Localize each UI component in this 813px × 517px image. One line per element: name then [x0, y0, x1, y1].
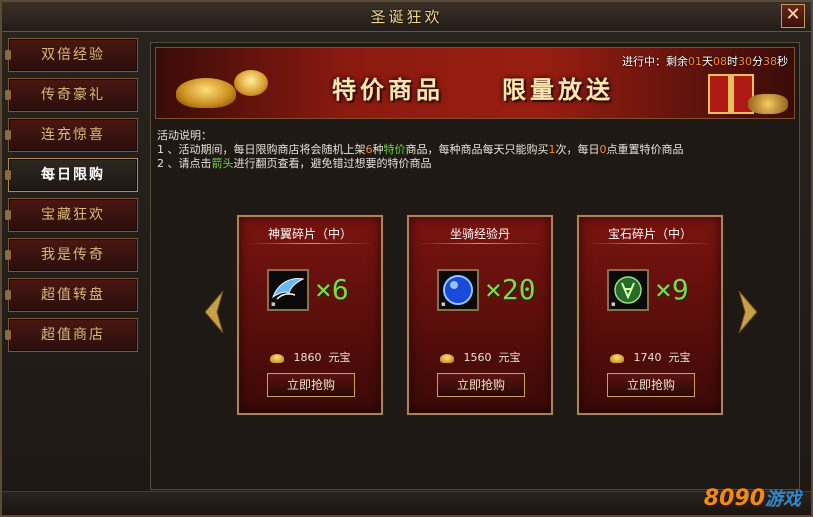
- product-card: 宝石碎片（中） ▪ ×9 1740 元宝 立即抢购: [577, 215, 723, 415]
- watermark-part1: 8090: [703, 486, 765, 511]
- sidebar-item-label: 每日限购: [41, 167, 105, 183]
- next-page-arrow-icon[interactable]: [737, 289, 759, 335]
- sidebar-item-label: 双倍经验: [41, 47, 105, 63]
- bound-lock-icon: ▪: [611, 300, 616, 308]
- window-title: 圣诞狂欢: [370, 8, 443, 26]
- main-panel: 特价商品 限量放送 进行中：剩余01天08时30分38秒 活动说明： 1 、活动…: [150, 42, 800, 490]
- desc-number: 1: [548, 143, 556, 156]
- product-card: 坐骑经验丹 ▪ ×20 1560 元宝 立即抢购: [407, 215, 553, 415]
- desc-text: 商品，每种商品每天只能购买: [405, 143, 549, 156]
- sidebar-item-double-exp[interactable]: 双倍经验: [5, 38, 138, 72]
- description-line-2: 2 、请点击箭头进行翻页查看，避免错过想要的特价商品: [157, 157, 793, 171]
- desc-text: 2 、请点击: [157, 157, 212, 170]
- desc-highlight: 箭头: [211, 157, 234, 170]
- sidebar-item-label: 宝藏狂欢: [41, 207, 105, 223]
- sidebar-item-treasure-carnival[interactable]: 宝藏狂欢: [5, 198, 138, 232]
- product-currency: 元宝: [328, 351, 351, 364]
- card-divider: [587, 243, 713, 244]
- watermark-logo: 8090游戏: [704, 485, 801, 511]
- countdown-hours: 08: [713, 55, 727, 68]
- desc-text: 种: [372, 143, 384, 156]
- buy-now-button[interactable]: 立即抢购: [437, 373, 525, 397]
- countdown-hours-unit: 时: [727, 55, 738, 68]
- gold-coin-icon: [234, 70, 268, 96]
- countdown-days-unit: 天: [702, 55, 713, 68]
- sidebar-item-recharge-surprise[interactable]: 连充惊喜: [5, 118, 138, 152]
- countdown-seconds-unit: 秒: [777, 55, 788, 68]
- product-quantity: ×20: [485, 273, 536, 306]
- desc-number: 6: [365, 143, 373, 156]
- product-quantity: ×9: [655, 273, 689, 306]
- product-price: 1740: [633, 351, 662, 364]
- sidebar-item-label: 连充惊喜: [41, 127, 105, 143]
- product-name: 坐骑经验丹: [449, 227, 510, 241]
- product-card: 神翼碎片（中） ▪ ×6 1860 元宝 立即抢购: [237, 215, 383, 415]
- activity-description: 活动说明： 1 、活动期间，每日限购商店将会随机上架6种特价商品，每种商品每天只…: [157, 129, 793, 171]
- sidebar-item-value-wheel[interactable]: 超值转盘: [5, 278, 138, 312]
- yuanbao-ingot-icon: [609, 353, 624, 363]
- countdown-seconds: 38: [763, 55, 777, 68]
- card-divider: [247, 243, 373, 244]
- yuanbao-ingot-icon: [269, 353, 284, 363]
- product-name: 宝石碎片（中）: [607, 227, 692, 241]
- card-divider: [417, 243, 543, 244]
- bound-lock-icon: ▪: [271, 300, 276, 308]
- mount-exp-pill-icon[interactable]: ▪: [437, 269, 479, 311]
- product-price-row: 1860 元宝: [239, 349, 381, 365]
- countdown-prefix: 进行中：剩余: [622, 55, 688, 68]
- sidebar-item-daily-limited[interactable]: 每日限购: [5, 158, 138, 192]
- desc-text: 次，每日: [555, 143, 600, 156]
- description-heading: 活动说明：: [157, 129, 212, 142]
- gold-ingot-icon: [176, 78, 236, 108]
- sidebar: 双倍经验 传奇豪礼 连充惊喜 每日限购 宝藏狂欢 我是传奇 超值转盘 超值商店: [5, 38, 144, 478]
- product-price: 1560: [463, 351, 492, 364]
- buy-now-button[interactable]: 立即抢购: [267, 373, 355, 397]
- product-price-row: 1740 元宝: [579, 349, 721, 365]
- desc-text: 点重置特价商品: [606, 143, 684, 156]
- watermark-part2: 游戏: [765, 489, 801, 510]
- sidebar-item-legend-gift[interactable]: 传奇豪礼: [5, 78, 138, 112]
- countdown-timer: 进行中：剩余01天08时30分38秒: [622, 53, 788, 69]
- product-quantity: ×6: [315, 273, 349, 306]
- bound-lock-icon: ▪: [441, 300, 446, 308]
- description-line-1: 1 、活动期间，每日限购商店将会随机上架6种特价商品，每种商品每天只能购买1次，…: [157, 143, 793, 157]
- banner-title-right: 限量放送: [502, 75, 614, 104]
- sidebar-item-value-shop[interactable]: 超值商店: [5, 318, 138, 352]
- prev-page-arrow-icon[interactable]: [203, 289, 225, 335]
- sidebar-item-i-am-legend[interactable]: 我是传奇: [5, 238, 138, 272]
- title-bar: 圣诞狂欢 ✕: [2, 2, 811, 32]
- yuanbao-ingot-icon: [439, 353, 454, 363]
- gift-box-icon: [708, 74, 754, 114]
- desc-highlight: 特价: [383, 143, 406, 156]
- event-window: 圣诞狂欢 ✕ 双倍经验 传奇豪礼 连充惊喜 每日限购 宝藏狂欢 我是传奇 超值转…: [0, 0, 813, 517]
- close-button[interactable]: ✕: [781, 4, 805, 28]
- countdown-minutes-unit: 分: [752, 55, 763, 68]
- coin-pile-icon: [748, 94, 788, 114]
- countdown-days: 01: [688, 55, 702, 68]
- gem-fragment-icon[interactable]: ▪: [607, 269, 649, 311]
- desc-text: 进行翻页查看，避免错过想要的特价商品: [233, 157, 432, 170]
- buy-now-button[interactable]: 立即抢购: [607, 373, 695, 397]
- product-currency: 元宝: [498, 351, 521, 364]
- promo-banner: 特价商品 限量放送 进行中：剩余01天08时30分38秒: [155, 47, 795, 119]
- bottom-bar: [2, 491, 811, 515]
- sidebar-item-label: 超值商店: [41, 327, 105, 343]
- sidebar-item-label: 我是传奇: [41, 247, 105, 263]
- banner-title-left: 特价商品: [332, 75, 444, 104]
- sidebar-item-label: 超值转盘: [41, 287, 105, 303]
- wing-fragment-icon[interactable]: ▪: [267, 269, 309, 311]
- product-price: 1860: [293, 351, 322, 364]
- desc-text: 1 、活动期间，每日限购商店将会随机上架: [157, 143, 366, 156]
- desc-number: 0: [599, 143, 607, 156]
- product-currency: 元宝: [668, 351, 691, 364]
- sidebar-item-label: 传奇豪礼: [41, 87, 105, 103]
- product-price-row: 1560 元宝: [409, 349, 551, 365]
- countdown-minutes: 30: [738, 55, 752, 68]
- product-name: 神翼碎片（中）: [267, 227, 352, 241]
